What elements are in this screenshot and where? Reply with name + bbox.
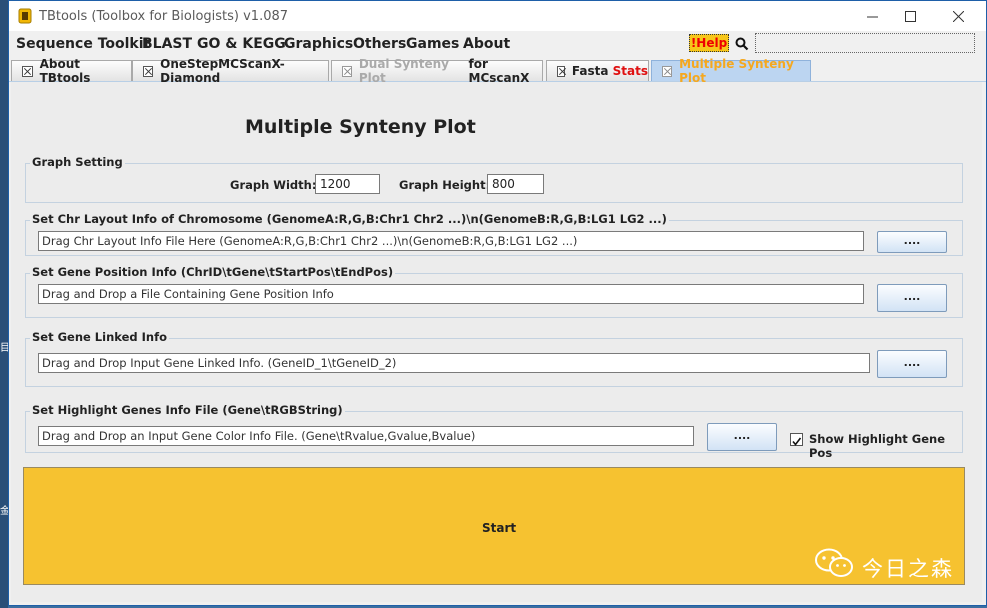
close-tab-icon[interactable]	[22, 65, 33, 77]
menu-go-kegg[interactable]: GO & KEGG	[197, 36, 286, 52]
tab-fasta-stats[interactable]: Fasta Stats	[546, 60, 649, 81]
highlight-genes-group: Set Highlight Genes Info File (Gene\tRGB…	[25, 403, 963, 460]
graph-width-label: Graph Width:	[230, 178, 317, 192]
group-title: Graph Setting	[30, 155, 125, 169]
start-button[interactable]: Start 今日之森	[23, 467, 965, 585]
search-input[interactable]	[755, 33, 975, 53]
app-window: TBtools (Toolbox for Biologists) v1.087 …	[8, 0, 987, 606]
menu-others[interactable]: Others	[353, 36, 406, 52]
tab-label: Dual Synteny Plot	[358, 57, 449, 85]
tab-label: Multiple Synteny Plot	[679, 57, 794, 85]
tab-onestep-mcscanx[interactable]: OneStepMCScanX-Diamond	[132, 57, 329, 85]
group-title: Set Chr Layout Info of Chromosome (Genom…	[30, 212, 669, 226]
menu-about[interactable]: About	[463, 36, 510, 52]
group-title: Set Gene Position Info (ChrID\tGene\tSta…	[30, 265, 396, 279]
gene-position-browse-button[interactable]: ....	[877, 284, 947, 312]
tab-label: Fasta	[571, 64, 609, 78]
maximize-icon	[904, 10, 916, 22]
tab-label: OneStepMCScanX-Diamond	[160, 57, 285, 85]
start-label: Start	[482, 521, 517, 535]
chr-layout-browse-button[interactable]: ....	[877, 231, 947, 253]
gene-linked-group: Set Gene Linked Info Drag and Drop Input…	[25, 330, 963, 387]
wechat-icon	[815, 548, 853, 577]
maximize-button[interactable]	[887, 1, 933, 31]
gene-position-group: Set Gene Position Info (ChrID\tGene\tSta…	[25, 265, 963, 318]
close-icon	[952, 10, 964, 22]
window-title: TBtools (Toolbox for Biologists) v1.087	[39, 9, 289, 24]
search-icon[interactable]	[735, 37, 749, 51]
close-tab-icon[interactable]	[557, 65, 565, 77]
tab-label-suffix: for MCscanX	[468, 57, 530, 85]
checkmark-icon	[792, 437, 802, 446]
tab-multiple-synteny-plot[interactable]: Multiple Synteny Plot	[651, 57, 811, 85]
main-panel: Multiple Synteny Plot Graph Setting Grap…	[11, 82, 982, 602]
chr-layout-file-field[interactable]: Drag Chr Layout Info File Here (GenomeA:…	[38, 231, 864, 251]
graph-height-label: Graph Height:	[399, 178, 491, 192]
highlight-genes-browse-button[interactable]: ....	[707, 423, 777, 451]
chr-layout-group: Set Chr Layout Info of Chromosome (Genom…	[25, 212, 963, 256]
watermark-text: 今日之森	[862, 557, 954, 581]
graph-setting-group: Graph Setting Graph Width: Graph Height:	[25, 155, 963, 203]
close-tab-icon[interactable]	[143, 65, 154, 77]
page-title: Multiple Synteny Plot	[245, 116, 476, 138]
gene-position-file-field[interactable]: Drag and Drop a File Containing Gene Pos…	[38, 284, 864, 304]
title-bar: TBtools (Toolbox for Biologists) v1.087	[9, 1, 986, 31]
tab-label: About TBtools	[39, 57, 91, 85]
gene-linked-browse-button[interactable]: ....	[877, 350, 947, 378]
tab-about-tbtools[interactable]: About TBtools	[11, 57, 132, 85]
tab-dual-synteny-plot[interactable]: Dual Synteny Plot for MCscanX	[331, 57, 543, 85]
tab-label-suffix: Stats	[612, 64, 648, 78]
tab-bar: About TBtools OneStepMCScanX-Diamond Dua…	[9, 57, 986, 85]
graph-height-input[interactable]	[487, 174, 544, 194]
help-button[interactable]: !Help	[689, 34, 729, 52]
menu-bar: Sequence Toolkit BLAST GO & KEGG Graphic…	[9, 31, 986, 57]
gene-linked-file-field[interactable]: Drag and Drop Input Gene Linked Info. (G…	[38, 353, 870, 373]
menu-sequence-toolkit[interactable]: Sequence Toolkit	[16, 36, 150, 52]
close-tab-icon[interactable]	[342, 65, 352, 77]
highlight-genes-file-field[interactable]: Drag and Drop an Input Gene Color Info F…	[38, 426, 694, 446]
menu-games[interactable]: Games	[406, 36, 459, 52]
minimize-icon	[866, 16, 878, 17]
show-highlight-label: Show Highlight Gene Pos	[809, 432, 946, 460]
menu-blast[interactable]: BLAST	[142, 36, 192, 52]
desktop-strip: 目 金	[0, 0, 10, 608]
close-tab-icon[interactable]	[662, 65, 673, 77]
group-title: Set Gene Linked Info	[30, 330, 170, 344]
close-window-button[interactable]	[935, 1, 981, 31]
app-logo-icon	[18, 8, 32, 24]
menu-graphics[interactable]: Graphics	[284, 36, 353, 52]
group-title: Set Highlight Genes Info File (Gene\tRGB…	[30, 403, 345, 417]
show-highlight-checkbox[interactable]	[790, 433, 803, 446]
graph-width-input[interactable]	[315, 174, 380, 194]
